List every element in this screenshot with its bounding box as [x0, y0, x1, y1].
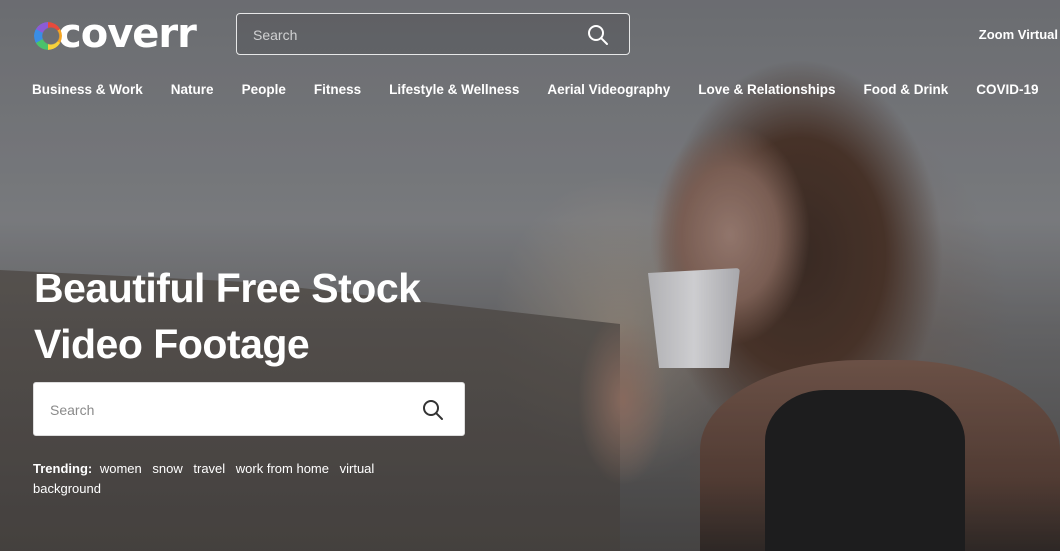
category-covid-19[interactable]: COVID-19 [976, 82, 1038, 97]
search-icon[interactable] [422, 399, 444, 421]
hero-title-line-1: Beautiful Free Stock [34, 265, 421, 311]
trending-tag-women[interactable]: women [100, 461, 142, 476]
category-fitness[interactable]: Fitness [314, 82, 361, 97]
trending-searches: Trending: women snow travel work from ho… [33, 459, 413, 499]
category-love-relationships[interactable]: Love & Relationships [698, 82, 835, 97]
category-business-work[interactable]: Business & Work [32, 82, 143, 97]
category-food-drink[interactable]: Food & Drink [863, 82, 948, 97]
search-icon[interactable] [587, 24, 609, 46]
header-search-input[interactable] [251, 14, 575, 56]
category-aerial-videography[interactable]: Aerial Videography [547, 82, 670, 97]
trending-tag-work-from-home[interactable]: work from home [236, 461, 329, 476]
trending-label: Trending: [33, 461, 93, 476]
coverr-logo-icon [34, 22, 62, 50]
zoom-virtual-link[interactable]: Zoom Virtual [979, 27, 1058, 42]
coverr-logo[interactable]: coverr [34, 11, 197, 57]
hero-search-bar [33, 382, 465, 437]
category-people[interactable]: People [242, 82, 286, 97]
hero-search-input[interactable] [48, 383, 412, 437]
category-lifestyle-wellness[interactable]: Lifestyle & Wellness [389, 82, 519, 97]
category-nav: Business & Work Nature People Fitness Li… [32, 82, 1060, 97]
trending-tag-travel[interactable]: travel [193, 461, 225, 476]
category-nature[interactable]: Nature [171, 82, 214, 97]
header-search-bar [236, 13, 630, 56]
hero-title-line-2: Video Footage [34, 321, 310, 367]
trending-tag-snow[interactable]: snow [152, 461, 182, 476]
logo-text: coverr [58, 11, 197, 57]
hero-title: Beautiful Free Stock Video Footage [34, 260, 494, 372]
